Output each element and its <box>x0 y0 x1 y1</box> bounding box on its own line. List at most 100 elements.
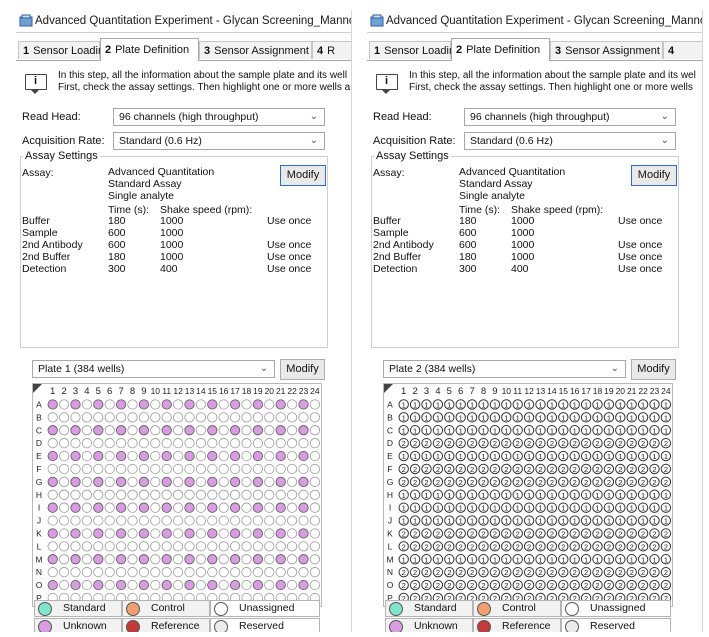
plate-well[interactable] <box>138 476 150 487</box>
column-header[interactable]: 5 <box>447 386 452 397</box>
legend-reference[interactable]: Reference <box>473 618 561 632</box>
plate-well[interactable] <box>298 541 309 552</box>
plate-well[interactable] <box>81 515 93 526</box>
plate-well[interactable] <box>173 399 184 410</box>
plate-well[interactable] <box>173 541 184 552</box>
plate-well[interactable] <box>207 476 218 487</box>
plate-well[interactable] <box>218 425 229 436</box>
plate-well[interactable] <box>287 425 298 436</box>
column-header[interactable]: 8 <box>481 386 486 397</box>
plate-well[interactable] <box>309 476 320 487</box>
plate-well[interactable] <box>104 554 115 565</box>
row-header[interactable]: I <box>389 503 391 513</box>
column-header[interactable]: 3 <box>73 386 78 397</box>
plate-well[interactable] <box>241 579 252 591</box>
plate-well[interactable] <box>184 425 195 436</box>
plate-well[interactable] <box>309 450 320 462</box>
plate-well[interactable] <box>47 502 58 513</box>
plate-well[interactable] <box>104 463 115 475</box>
plate-well[interactable] <box>230 438 241 449</box>
plate-well[interactable] <box>81 476 93 487</box>
column-header[interactable]: 18 <box>242 386 252 396</box>
plate-well[interactable] <box>309 412 320 423</box>
row-header[interactable]: M <box>386 554 393 564</box>
row-header[interactable]: C <box>36 425 42 435</box>
plate-well[interactable] <box>298 528 309 539</box>
plate-well[interactable] <box>161 450 172 462</box>
plate-well[interactable] <box>218 399 229 410</box>
plate-well[interactable] <box>47 515 58 526</box>
plate-well[interactable] <box>47 399 58 410</box>
plate-well[interactable] <box>70 502 81 513</box>
plate-well[interactable] <box>195 438 206 449</box>
plate-well[interactable] <box>275 567 286 578</box>
plate-well[interactable] <box>127 515 138 526</box>
plate-well[interactable] <box>298 438 309 449</box>
plate-well[interactable] <box>230 567 241 578</box>
column-header[interactable]: 15 <box>559 386 569 396</box>
plate-well[interactable] <box>287 450 298 462</box>
plate-well[interactable] <box>161 399 172 410</box>
plate-well[interactable] <box>287 412 298 423</box>
assay-modify-button[interactable]: Modify <box>631 165 677 186</box>
plate-well[interactable] <box>195 399 206 410</box>
plate-well[interactable] <box>275 450 286 462</box>
legend-reserved[interactable]: Reserved <box>561 618 671 632</box>
plate-well[interactable] <box>138 450 150 462</box>
row-header[interactable]: M <box>35 554 42 564</box>
plate-well[interactable] <box>230 450 241 462</box>
plate-well[interactable] <box>252 425 263 436</box>
plate-well[interactable] <box>298 579 309 591</box>
row-header[interactable]: I <box>38 503 40 513</box>
column-header[interactable]: 11 <box>162 386 171 396</box>
plate-well[interactable] <box>47 476 58 487</box>
plate-well[interactable] <box>138 399 150 410</box>
plate-well[interactable] <box>104 567 115 578</box>
plate-well[interactable] <box>230 476 241 487</box>
legend-control[interactable]: Control <box>122 600 210 617</box>
plate-well[interactable] <box>252 450 263 462</box>
read-head-dropdown[interactable]: 96 channels (high throughput) ⌄ <box>113 108 325 126</box>
plate-well[interactable] <box>116 438 127 449</box>
plate-well[interactable] <box>173 425 184 436</box>
plate-well[interactable] <box>104 489 115 500</box>
plate-well[interactable] <box>127 528 138 539</box>
plate-well[interactable] <box>218 554 229 565</box>
plate-well[interactable] <box>161 541 172 552</box>
plate-well[interactable] <box>127 541 138 552</box>
plate-well[interactable] <box>81 528 93 539</box>
plate-well[interactable] <box>59 541 70 552</box>
row-header[interactable]: A <box>387 399 393 409</box>
plate-well[interactable] <box>70 515 81 526</box>
row-header[interactable]: K <box>387 528 393 538</box>
plate-well[interactable] <box>127 554 138 565</box>
plate-well[interactable] <box>241 502 252 513</box>
legend-unassigned[interactable]: Unassigned <box>561 600 671 617</box>
plate-well[interactable] <box>70 567 81 578</box>
plate-well[interactable] <box>195 567 206 578</box>
plate-well[interactable] <box>264 463 275 475</box>
row-header[interactable]: N <box>387 567 393 577</box>
plate-well[interactable] <box>127 438 138 449</box>
plate-well[interactable] <box>275 502 286 513</box>
plate-well[interactable] <box>81 567 93 578</box>
row-header[interactable]: H <box>36 490 42 500</box>
tab-sensor-assignment[interactable]: 3 Sensor Assignment <box>199 41 312 59</box>
legend-control[interactable]: Control <box>473 600 561 617</box>
column-header[interactable]: 11 <box>513 386 522 396</box>
plate-well[interactable] <box>93 438 104 449</box>
row-header[interactable]: G <box>36 477 43 487</box>
plate-well[interactable] <box>161 567 172 578</box>
plate-well[interactable] <box>287 579 298 591</box>
plate-well[interactable] <box>138 528 150 539</box>
plate-well[interactable] <box>150 412 161 423</box>
plate-well[interactable] <box>70 528 81 539</box>
plate-well[interactable] <box>81 554 93 565</box>
tab-plate-definition[interactable]: 2 Plate Definition <box>100 38 199 61</box>
plate-well[interactable] <box>184 528 195 539</box>
plate-well[interactable] <box>207 489 218 500</box>
plate-well[interactable] <box>70 554 81 565</box>
row-header[interactable]: O <box>387 580 394 590</box>
plate-well[interactable] <box>150 528 161 539</box>
plate-well[interactable] <box>47 489 58 500</box>
